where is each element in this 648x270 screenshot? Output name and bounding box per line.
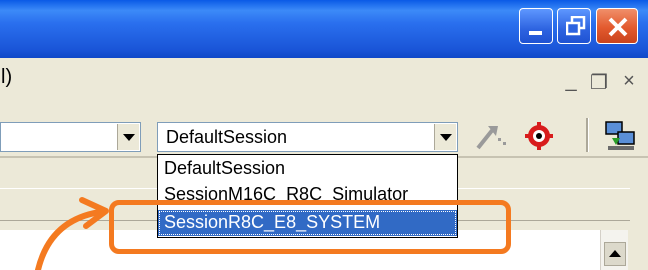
debug-target-icon[interactable] [524,120,554,152]
annotation-arrow-icon [35,197,109,270]
vertical-scrollbar[interactable] [600,230,628,270]
build-config-combo[interactable] [0,122,141,152]
chevron-down-icon[interactable] [434,124,456,150]
session-combo[interactable]: DefaultSession [157,122,458,152]
mdi-close-button[interactable]: × [618,70,640,93]
highlight-annotation-box [109,200,511,254]
session-combo-value: DefaultSession [166,127,288,147]
connect-icon[interactable] [474,122,510,152]
window-maximize-button[interactable] [557,8,591,44]
toolbar-separator [586,118,589,152]
panel-edge [628,230,648,270]
mdi-minimize-button[interactable]: _ [560,70,582,93]
toolbar: DefaultSession [0,112,648,158]
chevron-down-icon[interactable] [117,124,139,150]
restore-icon [566,16,586,36]
window-titlebar [0,0,648,58]
mdi-restore-button[interactable]: ❐ [588,70,610,95]
menubar: l) _ ❐ × [0,58,648,112]
scroll-up-button[interactable] [604,242,626,266]
window-close-button[interactable] [596,8,638,44]
dropdown-item-defaultsession[interactable]: DefaultSession [158,156,457,182]
close-icon [608,17,628,37]
download-module-icon[interactable] [604,118,638,152]
menu-item-partial[interactable]: l) [1,66,12,89]
window-minimize-button[interactable] [519,8,553,44]
